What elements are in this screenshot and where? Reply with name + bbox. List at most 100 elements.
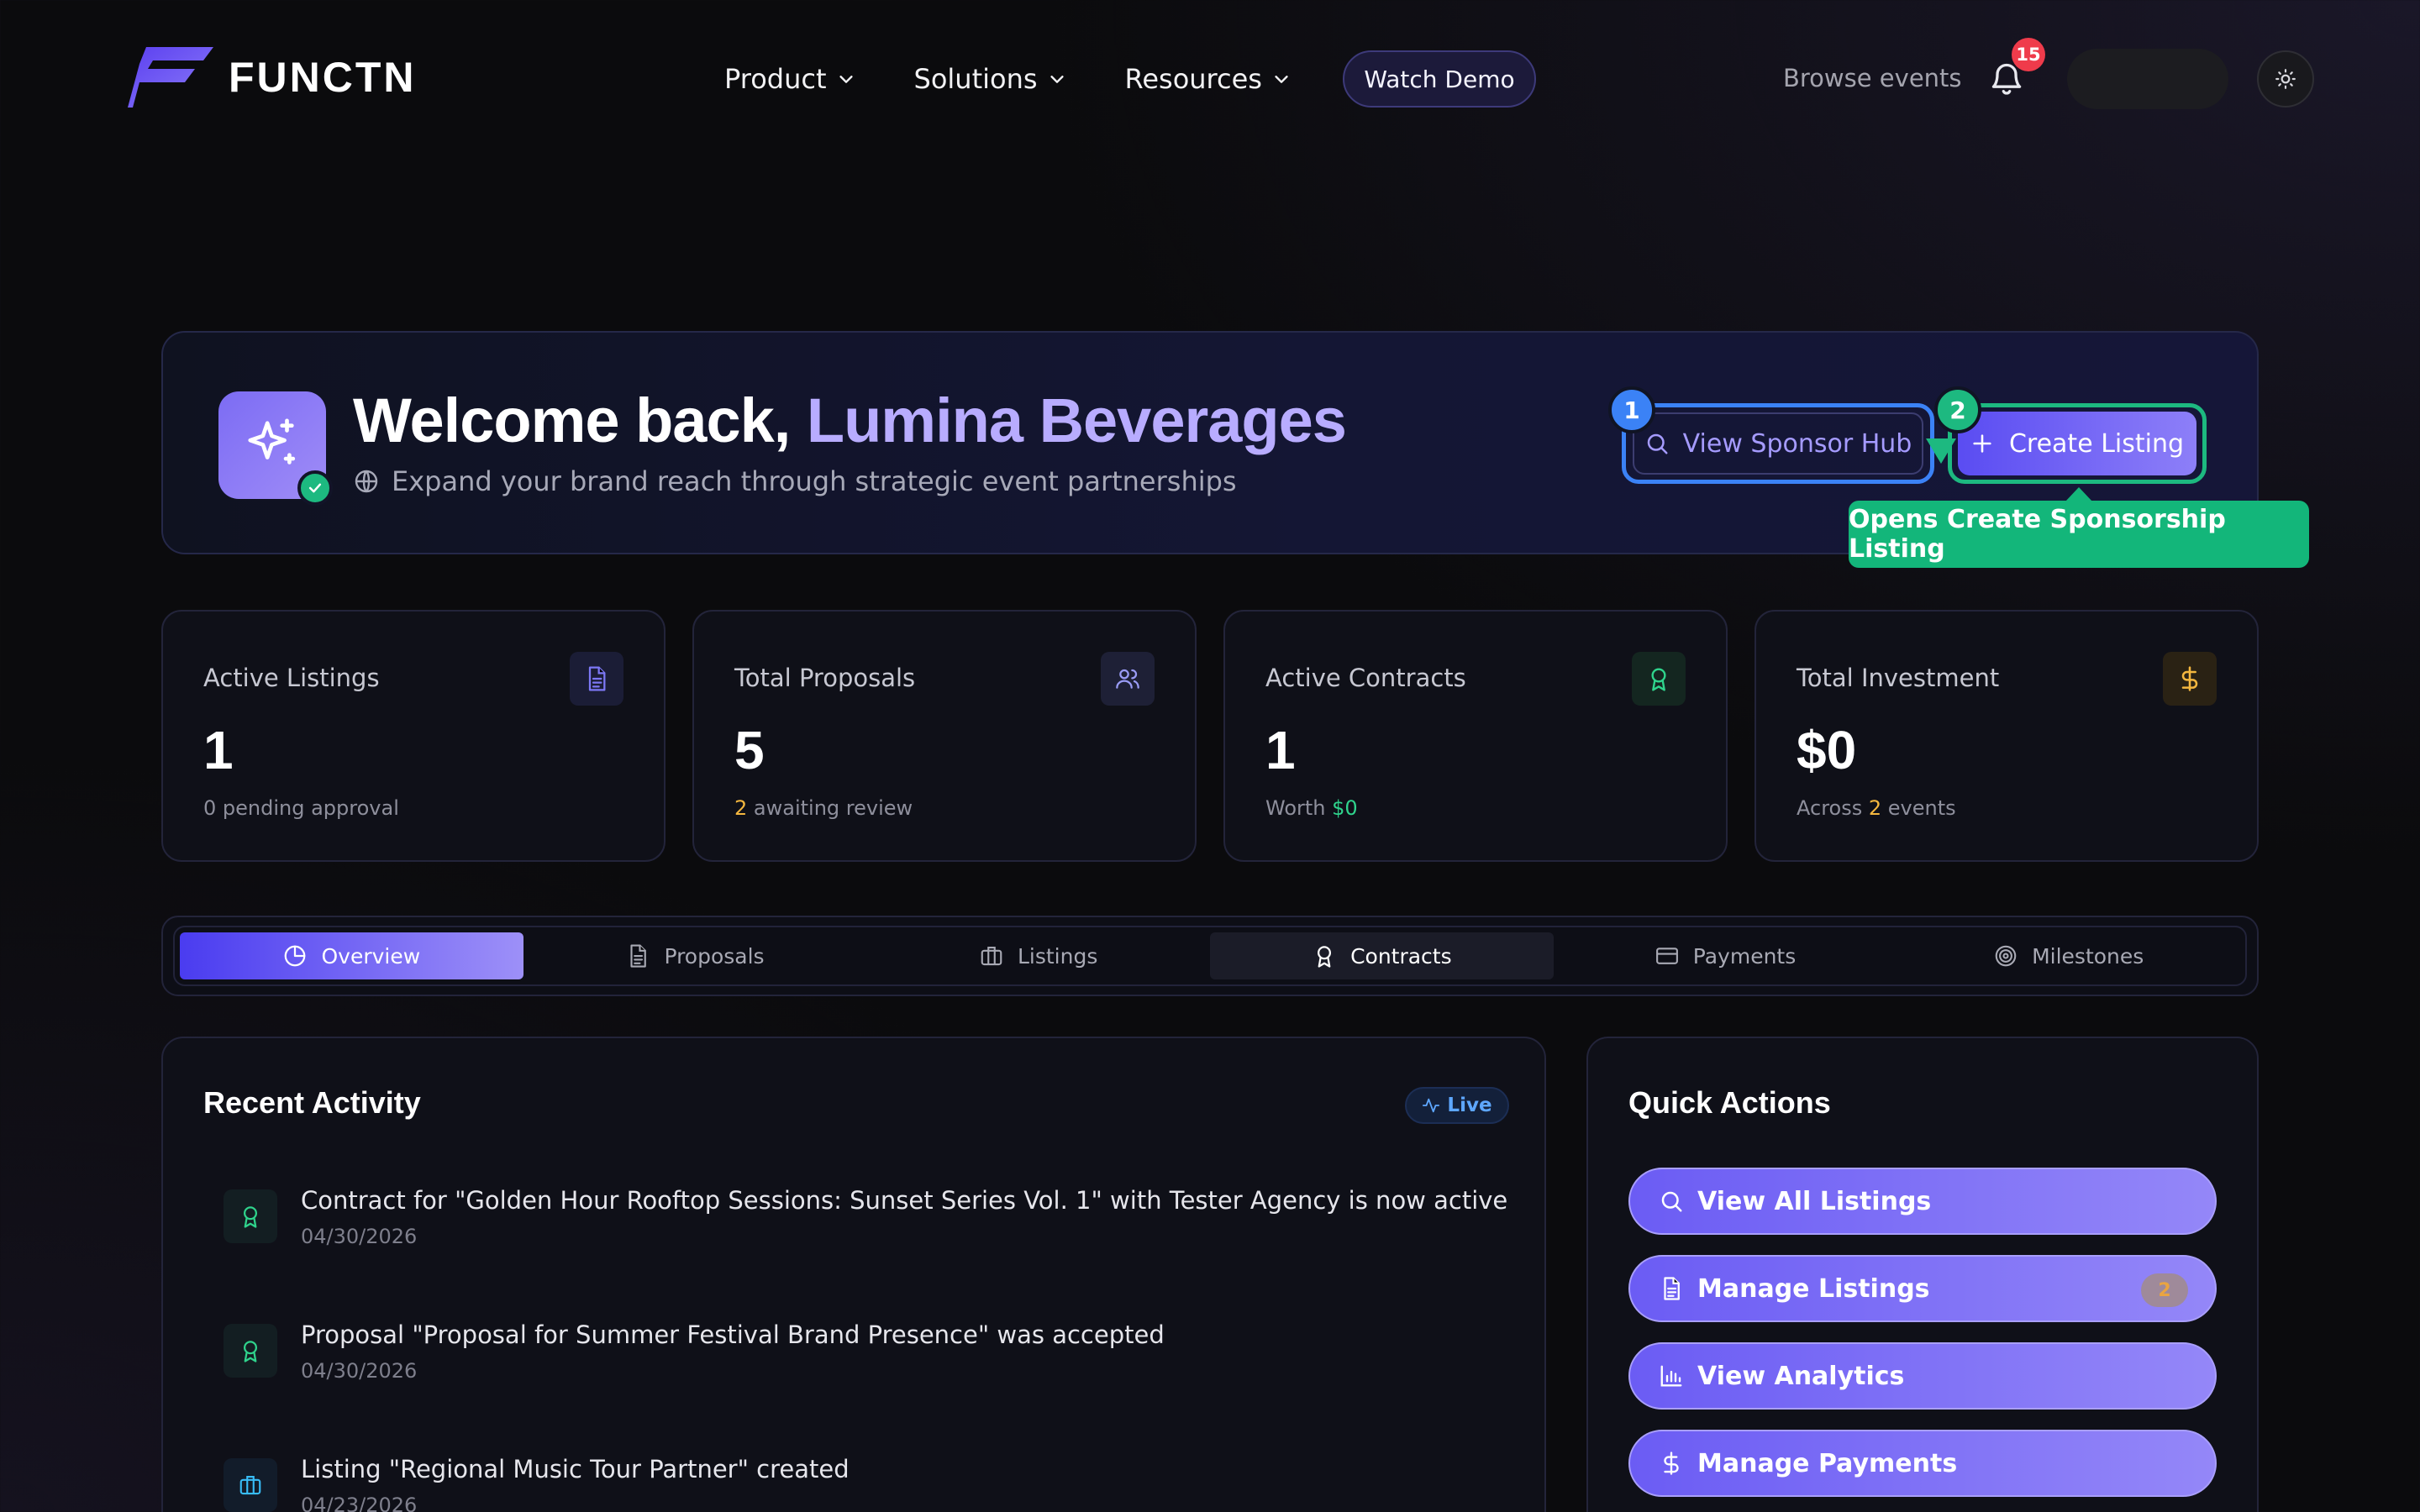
recent-activity-card: Recent Activity Live Contract for "Golde… bbox=[161, 1037, 1546, 1512]
company-name: Lumina Beverages bbox=[806, 386, 1347, 455]
stat-foot-number: 2 bbox=[1868, 796, 1882, 820]
watch-demo-button[interactable]: Watch Demo bbox=[1343, 50, 1536, 108]
stat-value: 1 bbox=[203, 720, 234, 780]
verified-badge bbox=[297, 470, 333, 506]
chevron-down-icon bbox=[839, 76, 853, 83]
view-all-listings-button[interactable]: View All Listings bbox=[1628, 1168, 2217, 1235]
dollar-icon bbox=[2181, 666, 2198, 691]
step-2-badge: 2 bbox=[1934, 386, 1981, 433]
stat-value: $0 bbox=[1797, 720, 1857, 780]
bar-chart-icon bbox=[1660, 1365, 1682, 1387]
top-nav: FUNCTN Product Solutions Resources Watch… bbox=[0, 0, 2420, 160]
activity-text: Proposal "Proposal for Summer Festival B… bbox=[301, 1320, 1165, 1349]
stat-label: Total Proposals bbox=[734, 664, 916, 692]
dashboard-tabs: Overview Proposals Listings Contracts Pa… bbox=[161, 916, 2259, 996]
live-badge: Live bbox=[1405, 1087, 1509, 1124]
menu-resources-label: Resources bbox=[1124, 63, 1262, 95]
activity-item[interactable]: Contract for "Golden Hour Rooftop Sessio… bbox=[224, 1186, 1507, 1270]
chevron-down-icon bbox=[1050, 76, 1064, 83]
create-listing-button[interactable]: Create Listing bbox=[1948, 403, 2207, 484]
stat-foot-text: events bbox=[1881, 796, 1956, 820]
stat-label: Total Investment bbox=[1797, 664, 2000, 692]
stat-foot-text: awaiting review bbox=[747, 796, 913, 820]
tab-overview-label: Overview bbox=[321, 943, 421, 969]
create-listing-tooltip: Opens Create Sponsorship Listing bbox=[1849, 501, 2309, 568]
tab-payments[interactable]: Payments bbox=[1554, 932, 1897, 979]
brand-logo[interactable]: FUNCTN bbox=[128, 47, 417, 108]
stat-icon-box bbox=[1632, 652, 1686, 706]
notification-count-badge: 15 bbox=[2012, 38, 2045, 71]
brand-name: FUNCTN bbox=[229, 54, 417, 101]
browse-events-link[interactable]: Browse events bbox=[1783, 64, 1962, 92]
stat-foot-number: 2 bbox=[734, 796, 748, 820]
document-icon bbox=[1664, 1277, 1680, 1300]
stat-card-total-proposals: Total Proposals 5 2 awaiting review bbox=[692, 610, 1197, 862]
stat-foot-prefix: Worth bbox=[1265, 796, 1333, 820]
activity-date: 04/30/2026 bbox=[301, 1225, 418, 1248]
view-sponsor-hub-button[interactable]: View Sponsor Hub bbox=[1622, 403, 1934, 484]
welcome-subtitle-text: Expand your brand reach through strategi… bbox=[392, 465, 1237, 497]
tab-proposals-label: Proposals bbox=[664, 943, 765, 969]
award-icon bbox=[244, 1341, 257, 1362]
target-icon bbox=[1995, 945, 2017, 967]
step-arrow bbox=[1926, 438, 1956, 464]
tab-milestones[interactable]: Milestones bbox=[1897, 932, 2240, 979]
manage-listings-button[interactable]: Manage Listings 2 bbox=[1628, 1255, 2217, 1322]
sun-icon bbox=[2275, 69, 2296, 89]
activity-icon-box bbox=[224, 1458, 277, 1512]
stat-label: Active Listings bbox=[203, 664, 380, 692]
tab-list: Overview Proposals Listings Contracts Pa… bbox=[173, 926, 2247, 986]
live-label: Live bbox=[1447, 1095, 1492, 1116]
stat-foot-number: $0 bbox=[1332, 796, 1358, 820]
tab-contracts-label: Contracts bbox=[1350, 943, 1452, 969]
award-icon bbox=[244, 1206, 257, 1228]
activity-text: Contract for "Golden Hour Rooftop Sessio… bbox=[301, 1186, 1508, 1215]
tab-payments-label: Payments bbox=[1692, 943, 1797, 969]
tab-overview[interactable]: Overview bbox=[180, 932, 523, 979]
tab-listings[interactable]: Listings bbox=[866, 932, 1210, 979]
welcome-heading: Welcome back, Lumina Beverages bbox=[353, 385, 1347, 456]
menu-product-label: Product bbox=[724, 63, 827, 95]
tab-proposals[interactable]: Proposals bbox=[523, 932, 867, 979]
main-menu: Product Solutions Resources bbox=[724, 52, 1349, 106]
step-1-badge: 1 bbox=[1608, 386, 1655, 433]
credit-card-icon bbox=[1655, 948, 1678, 964]
theme-toggle-button[interactable] bbox=[2257, 50, 2314, 108]
activity-item[interactable]: Proposal "Proposal for Summer Festival B… bbox=[224, 1320, 1484, 1404]
tab-listings-label: Listings bbox=[1017, 943, 1098, 969]
activity-pulse-icon bbox=[1423, 1098, 1440, 1113]
menu-solutions-label: Solutions bbox=[913, 63, 1038, 95]
pie-chart-icon bbox=[285, 945, 306, 967]
tab-contracts[interactable]: Contracts bbox=[1210, 932, 1554, 979]
globe-icon bbox=[355, 470, 378, 493]
manage-payments-label: Manage Payments bbox=[1697, 1448, 1958, 1478]
tooltip-caret bbox=[2065, 487, 2092, 501]
view-sponsor-hub-inner: View Sponsor Hub bbox=[1633, 412, 1923, 475]
stat-foot: Worth $0 bbox=[1265, 796, 1358, 820]
award-icon bbox=[1651, 668, 1666, 691]
create-listing-inner: Create Listing bbox=[1958, 412, 2196, 475]
manage-listings-count-badge: 2 bbox=[2141, 1273, 2188, 1307]
activity-item[interactable]: Listing "Regional Music Tour Partner" cr… bbox=[224, 1455, 1484, 1512]
view-analytics-label: View Analytics bbox=[1697, 1361, 1905, 1391]
document-icon bbox=[630, 944, 647, 968]
dollar-icon bbox=[1664, 1452, 1679, 1475]
view-analytics-button[interactable]: View Analytics bbox=[1628, 1342, 2217, 1410]
welcome-greeting: Welcome back, bbox=[353, 386, 807, 455]
award-icon bbox=[1318, 946, 1332, 968]
menu-solutions[interactable]: Solutions bbox=[914, 52, 1066, 106]
menu-product[interactable]: Product bbox=[724, 52, 855, 106]
sparkles-icon bbox=[248, 418, 296, 465]
activity-text: Listing "Regional Music Tour Partner" cr… bbox=[301, 1455, 850, 1483]
search-icon bbox=[1661, 1191, 1682, 1212]
document-icon bbox=[588, 666, 606, 691]
view-all-listings-label: View All Listings bbox=[1697, 1186, 1932, 1216]
menu-resources[interactable]: Resources bbox=[1125, 52, 1291, 106]
stat-value: 1 bbox=[1265, 720, 1296, 780]
users-icon bbox=[1116, 669, 1139, 689]
functn-logo-icon bbox=[128, 47, 213, 108]
stat-foot: Across 2 events bbox=[1797, 796, 1956, 820]
manage-payments-button[interactable]: Manage Payments bbox=[1628, 1430, 2217, 1497]
profile-menu-button[interactable] bbox=[2067, 49, 2228, 109]
stat-card-active-listings: Active Listings 1 0 pending approval bbox=[161, 610, 666, 862]
